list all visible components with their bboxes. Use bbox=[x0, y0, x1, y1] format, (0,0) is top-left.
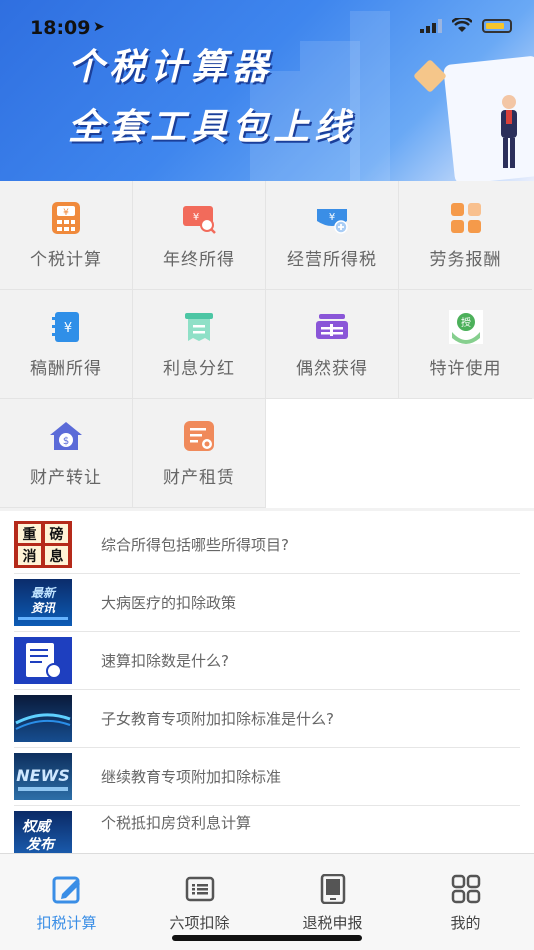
news-thumb-text: NEWS bbox=[16, 766, 70, 785]
tablet-icon bbox=[320, 874, 345, 904]
svg-text:权威: 权威 bbox=[22, 818, 53, 835]
news-title: 综合所得包括哪些所得项目? bbox=[101, 536, 289, 554]
tab-mine[interactable]: 我的 bbox=[399, 854, 532, 944]
svg-text:¥: ¥ bbox=[64, 321, 72, 336]
svg-text:磅: 磅 bbox=[50, 526, 64, 543]
lease-doc-icon bbox=[184, 421, 214, 451]
svg-text:授: 授 bbox=[461, 316, 471, 329]
tab-tax-calc[interactable]: 扣税计算 bbox=[0, 854, 133, 944]
receipt-icon bbox=[185, 313, 213, 341]
grant-hands-icon: 授 bbox=[448, 310, 483, 344]
news-item[interactable]: 子女教育专项附加扣除标准是什么? bbox=[0, 690, 534, 748]
battery-icon bbox=[482, 18, 512, 33]
svg-text:发布: 发布 bbox=[26, 836, 56, 853]
tool-year-end[interactable]: ¥ 年终所得 bbox=[133, 181, 266, 290]
tool-labor[interactable]: 劳务报酬 bbox=[399, 181, 532, 290]
calculator-icon: ¥ bbox=[52, 202, 80, 234]
tool-tax-calc[interactable]: ¥ 个税计算 bbox=[0, 181, 133, 290]
svg-text:¥: ¥ bbox=[193, 212, 199, 223]
tool-label: 偶然获得 bbox=[296, 359, 368, 379]
svg-text:$: $ bbox=[63, 436, 69, 447]
tool-business-tax[interactable]: ¥ 经营所得税 bbox=[266, 181, 399, 290]
svg-text:最新: 最新 bbox=[31, 586, 57, 600]
news-title: 继续教育专项附加扣除标准 bbox=[101, 768, 282, 786]
status-time: 18:09 bbox=[30, 17, 91, 39]
tool-royalty[interactable]: ¥ 稿酬所得 bbox=[0, 290, 133, 399]
tool-label: 个税计算 bbox=[30, 250, 102, 270]
tab-deductions[interactable]: 六项扣除 bbox=[133, 854, 266, 944]
tab-label: 六项扣除 bbox=[169, 914, 230, 932]
news-item[interactable]: 权威 发布 个税抵扣房贷利息计算 bbox=[0, 806, 534, 854]
apps-grid-icon bbox=[450, 203, 481, 233]
notebook-yen-icon: ¥ bbox=[52, 312, 79, 342]
tool-label: 财产租赁 bbox=[163, 468, 235, 488]
tool-interest[interactable]: 利息分红 bbox=[133, 290, 266, 399]
banner-subtitle: 全套工具包上线 bbox=[68, 107, 356, 148]
person-illustration bbox=[501, 95, 517, 168]
signal-icon bbox=[420, 18, 442, 33]
house-money-icon: $ bbox=[50, 422, 82, 450]
news-title: 速算扣除数是什么? bbox=[101, 652, 229, 670]
svg-text:消: 消 bbox=[23, 548, 37, 565]
svg-text:息: 息 bbox=[50, 548, 64, 565]
tool-label: 劳务报酬 bbox=[429, 250, 502, 270]
tool-property-lease[interactable]: 财产租赁 bbox=[133, 399, 266, 508]
news-thumbnail: 权威 发布 bbox=[14, 811, 72, 854]
list-card-icon bbox=[185, 876, 214, 902]
tool-label: 利息分红 bbox=[163, 359, 235, 379]
svg-text:重: 重 bbox=[23, 526, 37, 543]
tab-label: 扣税计算 bbox=[36, 914, 97, 932]
home-indicator[interactable] bbox=[172, 935, 362, 941]
tool-label: 特许使用 bbox=[429, 359, 502, 379]
tag-icon bbox=[413, 59, 447, 93]
wifi-icon bbox=[452, 18, 472, 32]
news-title: 个税抵扣房贷利息计算 bbox=[101, 814, 252, 832]
banner[interactable]: 个税计算器 全套工具包上线 18:09 ➤ bbox=[0, 0, 534, 181]
ticket-stub-icon bbox=[316, 314, 348, 339]
ticket-search-icon: ¥ bbox=[183, 206, 216, 234]
svg-text:¥: ¥ bbox=[63, 208, 69, 218]
edit-calc-icon bbox=[52, 876, 80, 904]
news-title: 大病医疗的扣除政策 bbox=[101, 594, 237, 612]
grid-apps-icon bbox=[451, 874, 480, 904]
news-thumbnail bbox=[14, 637, 72, 684]
svg-text:¥: ¥ bbox=[329, 212, 335, 223]
tool-label: 稿酬所得 bbox=[30, 359, 102, 379]
svg-text:资讯: 资讯 bbox=[31, 601, 56, 615]
money-add-icon: ¥ bbox=[317, 209, 348, 234]
tool-label: 财产转让 bbox=[30, 468, 102, 488]
news-title: 子女教育专项附加扣除标准是什么? bbox=[101, 710, 334, 728]
news-item[interactable]: 最新 资讯 大病医疗的扣除政策 bbox=[0, 574, 534, 632]
location-arrow-icon: ➤ bbox=[93, 19, 105, 35]
tool-windfall[interactable]: 偶然获得 bbox=[266, 290, 399, 399]
tab-refund[interactable]: 退税申报 bbox=[266, 854, 399, 944]
tool-label: 年终所得 bbox=[163, 250, 235, 270]
news-thumbnail: 重 磅 消 息 bbox=[14, 521, 72, 568]
tool-grid: ¥ 个税计算 ¥ 年终所得 ¥ 经营所得税 劳务报酬 ¥ 稿酬所得 利息分红 偶… bbox=[0, 181, 534, 511]
status-bar: 18:09 ➤ bbox=[0, 0, 534, 54]
news-thumbnail: 最新 资讯 bbox=[14, 579, 72, 626]
tool-license[interactable]: 授 特许使用 bbox=[399, 290, 532, 399]
news-thumbnail bbox=[14, 695, 72, 742]
news-item[interactable]: 重 磅 消 息 综合所得包括哪些所得项目? bbox=[0, 516, 534, 574]
news-item[interactable]: NEWS 继续教育专项附加扣除标准 bbox=[0, 748, 534, 806]
tool-label: 经营所得税 bbox=[287, 250, 377, 270]
empty-cell bbox=[266, 399, 534, 508]
news-item[interactable]: 速算扣除数是什么? bbox=[0, 632, 534, 690]
tab-label: 我的 bbox=[450, 914, 481, 932]
news-thumbnail: NEWS bbox=[14, 753, 72, 800]
tool-property-transfer[interactable]: $ 财产转让 bbox=[0, 399, 133, 508]
news-list: 重 磅 消 息 综合所得包括哪些所得项目? 最新 资讯 大病医疗的扣除政策 速算… bbox=[0, 516, 534, 854]
tab-label: 退税申报 bbox=[302, 914, 363, 932]
